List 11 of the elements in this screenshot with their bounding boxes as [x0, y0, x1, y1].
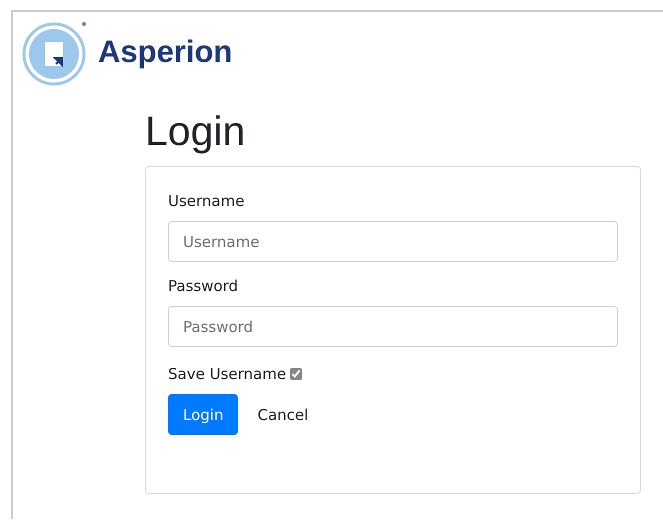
logo-icon: [22, 20, 88, 86]
input-field[interactable]: Username: [168, 221, 618, 262]
page-title: Login: [145, 107, 246, 155]
cancel-button[interactable]: Cancel: [242, 394, 324, 435]
login-button[interactable]: Login: [168, 394, 238, 435]
field-label: Username: [168, 192, 246, 210]
field-label: Password: [168, 277, 240, 295]
checkbox-label: Save Username: [168, 365, 286, 383]
save-username-checkbox[interactable]: [290, 368, 302, 380]
brand-name: Asperion: [98, 34, 232, 70]
input-field[interactable]: Password: [168, 306, 618, 347]
